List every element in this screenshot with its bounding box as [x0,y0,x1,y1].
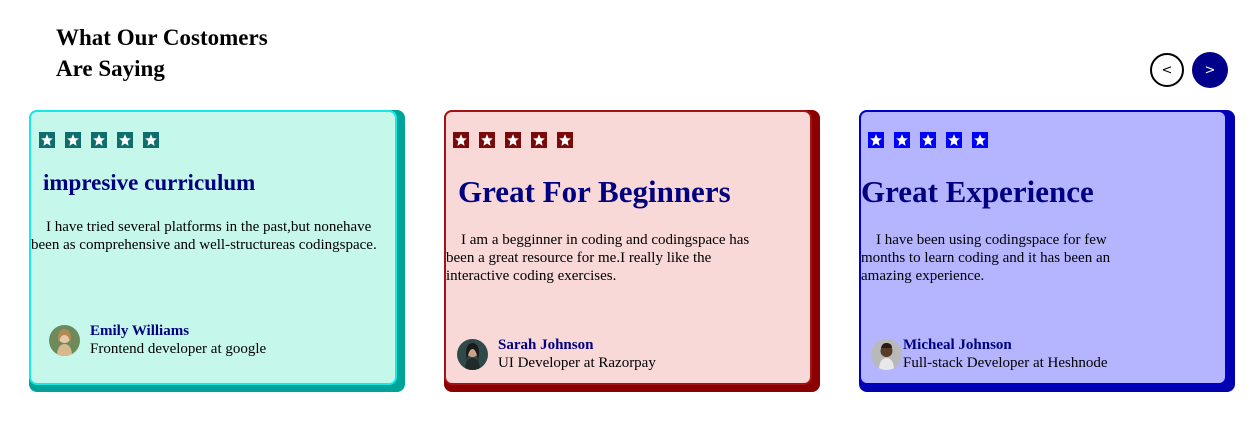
star-icon [557,132,573,148]
heading-line-1: What Our Costomers [56,25,268,50]
star-icon [531,132,547,148]
testimonial-text: I have been using codingspace for few mo… [861,232,1111,284]
star-icon [117,132,133,148]
testimonial-card-body: Great Experience I have been using codin… [859,110,1227,385]
star-icon [143,132,159,148]
author-role: Full-stack Developer at Heshnode [903,355,1108,371]
star-icon [868,132,884,148]
testimonial-card-3: Great Experience I have been using codin… [859,110,1235,392]
section-heading: What Our Costomers Are Saying [56,22,268,84]
testimonial-card-body: Great For Beginners I am a begginner in … [444,110,812,385]
heading-line-2: Are Saying [56,56,165,81]
star-icon [920,132,936,148]
next-button[interactable]: > [1192,52,1228,88]
testimonial-card-1: impresive curriculum I have tried severa… [29,110,405,392]
star-icon [39,132,55,148]
author-name: Sarah Johnson [498,337,594,353]
author-name: Micheal Johnson [903,337,1012,353]
star-icon [453,132,469,148]
author-role: Frontend developer at google [90,341,267,357]
testimonial-card-body: impresive curriculum I have tried severa… [29,110,397,385]
star-icon [91,132,107,148]
rating-stars [453,132,573,148]
previous-button[interactable]: < [1150,53,1184,87]
star-icon [946,132,962,148]
testimonial-author: Micheal Johnson Full-stack Developer at … [871,336,1108,372]
rating-stars [39,132,159,148]
testimonial-text: I am a begginner in coding and codingspa… [446,232,750,284]
star-icon [972,132,988,148]
avatar [871,338,902,370]
avatar [49,324,80,356]
star-icon [505,132,521,148]
star-icon [65,132,81,148]
star-icon [479,132,495,148]
testimonial-text: I have tried several platforms in the pa… [31,219,377,253]
testimonial-author: Sarah Johnson UI Developer at Razorpay [457,336,656,372]
testimonial-title: Great For Beginners [458,174,731,209]
testimonial-title: Great Experience [861,174,1094,209]
testimonial-card-2: Great For Beginners I am a begginner in … [444,110,820,392]
author-name: Emily Williams [90,323,190,339]
avatar [457,338,488,370]
testimonial-title: impresive curriculum [43,170,256,195]
star-icon [894,132,910,148]
testimonial-author: Emily Williams Frontend developer at goo… [49,322,266,358]
author-role: UI Developer at Razorpay [498,355,656,371]
rating-stars [868,132,988,148]
